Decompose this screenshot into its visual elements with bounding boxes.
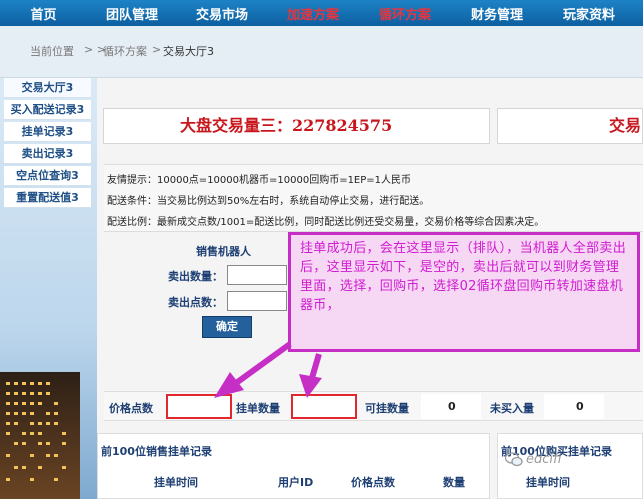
sell-qty-label: 卖出数量： [168,270,223,283]
sell-records-panel: 前100位销售挂单记录 挂单时间 用户ID 价格点数 数量 [97,433,490,499]
annotation-callout: 挂单成功后，会在这里显示（排队），当机器人全部卖出后，这里显示如下，是空的，卖出… [288,232,640,352]
breadcrumb-separator: > [152,43,162,56]
unbought-qty-label: 未买入量 [490,402,534,415]
sidebar-item-buy-records[interactable]: 买入配送记录3 [4,100,91,120]
col-quantity: 数量 [443,476,465,489]
available-qty-value: 0 [448,400,456,413]
price-points-label: 价格点数 [109,402,153,415]
trade-banner-right: 交易 [497,108,643,144]
col-order-time: 挂单时间 [154,476,198,489]
col-user-id: 用户ID [278,476,314,489]
order-stats-row: 价格点数 挂单数量 可挂数量 0 未买入量 0 [104,391,643,421]
nav-item-acceleration[interactable]: 加速方案 [267,4,359,23]
nav-item-market[interactable]: 交易市场 [177,4,267,23]
info-line-condition: 配送条件：当交易比例达到50%左右时，系统自动停止交易，进行配送。 [107,196,430,207]
unbought-qty-value: 0 [576,400,584,413]
trade-volume-text: 大盘交易量三：227824575 [180,116,393,135]
sidebar-item-order-records[interactable]: 挂单记录3 [4,122,91,142]
sidebar-item-empty-slots[interactable]: 空点位查询3 [4,166,91,186]
sell-form-title: 销售机器人 [196,245,251,258]
info-notice: 友情提示：10000点=10000机器币=10000回购币=1EP=1人民币 配… [104,164,643,232]
nav-item-profile[interactable]: 玩家资料 [543,4,635,23]
sidebar-item-trading-hall[interactable]: 交易大厅3 [4,78,91,98]
sell-points-input[interactable] [227,291,287,311]
sidebar-item-sell-records[interactable]: 卖出记录3 [4,144,91,164]
pending-qty-label: 挂单数量 [236,402,280,415]
breadcrumb-prefix: 当前位置 [30,45,74,58]
top-nav: 首页 团队管理 交易市场 加速方案 循环方案 财务管理 玩家资料 [0,0,643,26]
info-line-ratio: 配送比例：最新成交点数/1001=配送比例，同时配送比例还受交易量，交易价格等综… [107,217,545,228]
wechat-icon [505,452,523,467]
nav-item-home[interactable]: 首页 [0,4,87,23]
breadcrumb-current: 交易大厅3 [163,45,214,58]
trade-volume-banner: 大盘交易量三：227824575 [103,108,490,144]
sell-records-title: 前100位销售挂单记录 [101,445,212,458]
nav-item-cycle[interactable]: 循环方案 [359,4,451,23]
sidebar-item-reset-value[interactable]: 重置配送值3 [4,188,91,208]
nav-item-team[interactable]: 团队管理 [87,4,177,23]
trade-banner-right-text: 交易 [609,116,642,135]
pending-qty-value [291,394,357,419]
building-image [0,372,80,499]
breadcrumb-section[interactable]: 循环方案 [103,43,147,59]
info-line-tip: 友情提示：10000点=10000机器币=10000回购币=1EP=1人民币 [107,175,412,186]
breadcrumb: 当前位置 > > 循环方案 > 交易大厅3 [0,26,643,78]
sell-points-label: 卖出点数： [168,296,223,309]
confirm-button[interactable]: 确定 [202,316,252,338]
watermark: edcifi [526,452,562,467]
unbought-qty-box [544,394,604,419]
available-qty-label: 可挂数量 [365,402,409,415]
sell-qty-input[interactable] [227,265,287,285]
price-points-value [166,394,232,419]
col-buy-order-time: 挂单时间 [526,476,570,489]
col-price-points: 价格点数 [351,476,395,489]
nav-item-finance[interactable]: 财务管理 [451,4,543,23]
